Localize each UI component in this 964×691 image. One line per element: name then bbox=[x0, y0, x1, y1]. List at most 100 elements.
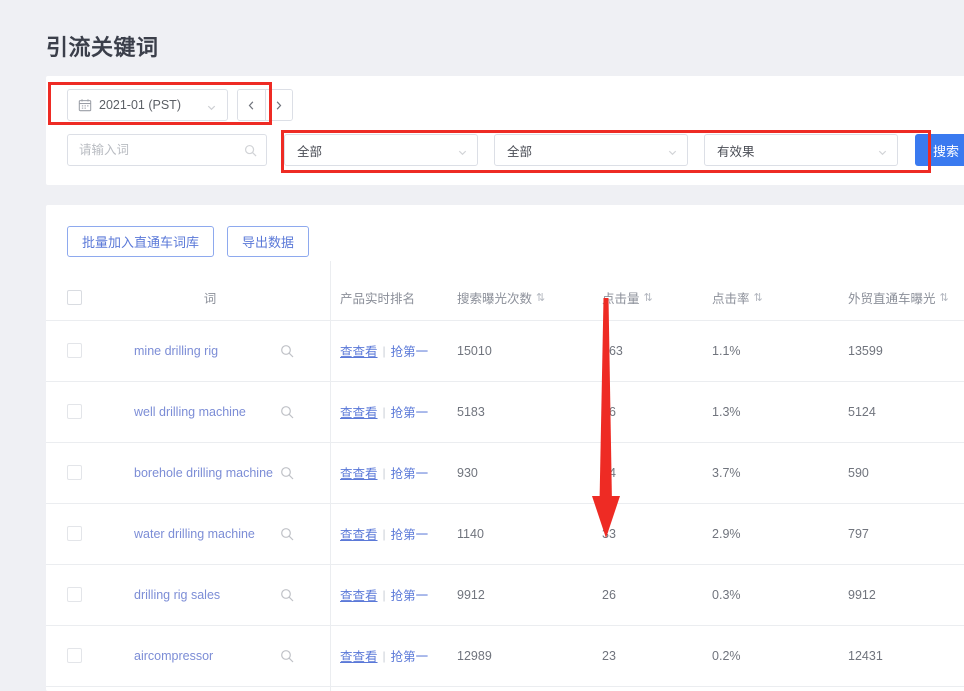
filter-select-1[interactable]: 全部 bbox=[284, 134, 478, 166]
grab-first-link[interactable]: 抢第一 bbox=[391, 463, 429, 482]
page-title: 引流关键词 bbox=[46, 30, 159, 62]
sort-updown-icon[interactable]: ⇅ bbox=[754, 291, 762, 304]
table-row: water drilling machine bbox=[46, 503, 964, 564]
checkbox-unchecked-icon[interactable] bbox=[67, 290, 82, 305]
chevron-down-icon bbox=[877, 145, 888, 156]
impressions-value: 1140 bbox=[453, 527, 598, 541]
clicks-value: 33 bbox=[598, 527, 708, 541]
search-icon[interactable] bbox=[280, 344, 294, 358]
row-keyword-cell: aircompressor bbox=[98, 625, 280, 686]
checkbox-unchecked-icon[interactable] bbox=[67, 587, 82, 602]
row-clicks-cell: 33 bbox=[598, 503, 708, 564]
checkbox-unchecked-icon[interactable] bbox=[67, 404, 82, 419]
ad-impressions-value: 797 bbox=[844, 527, 964, 541]
search-icon[interactable] bbox=[280, 527, 294, 541]
search-input[interactable] bbox=[68, 135, 266, 165]
view-link[interactable]: 查查看 bbox=[340, 646, 378, 665]
select-all-header bbox=[46, 276, 98, 320]
row-ad-impressions-cell: 590 bbox=[844, 442, 964, 503]
view-link[interactable]: 查查看 bbox=[340, 585, 378, 604]
checkbox-unchecked-icon[interactable] bbox=[67, 526, 82, 541]
table-row: drilling rig sales bbox=[46, 564, 964, 625]
sort-updown-icon[interactable]: ⇅ bbox=[940, 291, 948, 304]
checkbox-unchecked-icon[interactable] bbox=[67, 343, 82, 358]
table-header-row: 词 产品实时排名 搜索曝光次数 ⇅ bbox=[46, 276, 964, 320]
row-impressions-cell: 930 bbox=[453, 442, 598, 503]
search-icon[interactable] bbox=[244, 144, 257, 157]
ctr-value: 3.7% bbox=[708, 466, 844, 480]
keyword-link[interactable]: drilling rig sales bbox=[130, 588, 220, 602]
keyword-link[interactable]: mine drilling rig bbox=[130, 344, 218, 358]
impressions-value: 5183 bbox=[453, 405, 598, 419]
search-icon[interactable] bbox=[280, 588, 294, 602]
ad-impressions-value: 12431 bbox=[844, 649, 964, 663]
keyword-link[interactable]: aircompressor bbox=[130, 649, 213, 663]
prev-month-button[interactable] bbox=[238, 90, 265, 120]
view-link[interactable]: 查查看 bbox=[340, 463, 378, 482]
column-header-ctr[interactable]: 点击率 ⇅ bbox=[708, 276, 844, 320]
keyword-search-field[interactable] bbox=[67, 134, 267, 166]
grab-first-link[interactable]: 抢第一 bbox=[391, 646, 429, 665]
column-header-word-label: 词 bbox=[204, 288, 217, 307]
ad-impressions-value: 590 bbox=[844, 466, 964, 480]
row-keyword-cell: mine drilling rig bbox=[98, 320, 280, 381]
grab-first-link[interactable]: 抢第一 bbox=[391, 402, 429, 421]
next-month-button[interactable] bbox=[265, 90, 292, 120]
export-data-button[interactable]: 导出数据 bbox=[227, 226, 309, 257]
bulk-add-to-ads-library-button[interactable]: 批量加入直通车词库 bbox=[67, 226, 214, 257]
row-select-cell bbox=[46, 442, 98, 503]
checkbox-unchecked-icon[interactable] bbox=[67, 465, 82, 480]
row-impressions-cell: 5183 bbox=[453, 381, 598, 442]
filter-select-3[interactable]: 有效果 bbox=[704, 134, 898, 166]
impressions-value: 930 bbox=[453, 466, 598, 480]
column-header-product-rank: 产品实时排名 bbox=[330, 276, 453, 320]
grab-first-link[interactable]: 抢第一 bbox=[391, 524, 429, 543]
link-separator: | bbox=[383, 405, 386, 419]
row-ctr-cell: 1.3% bbox=[708, 381, 844, 442]
row-impressions-cell: 9912 bbox=[453, 564, 598, 625]
chevron-down-icon bbox=[206, 100, 217, 111]
sort-updown-icon[interactable]: ⇅ bbox=[644, 291, 652, 304]
ad-impressions-value: 5124 bbox=[844, 405, 964, 419]
view-link[interactable]: 查查看 bbox=[340, 524, 378, 543]
ctr-value: 2.9% bbox=[708, 527, 844, 541]
column-header-ad-impressions[interactable]: 外贸直通车曝光 ⇅ bbox=[844, 276, 964, 320]
column-header-impressions[interactable]: 搜索曝光次数 ⇅ bbox=[453, 276, 598, 320]
sort-updown-icon[interactable]: ⇅ bbox=[536, 291, 544, 304]
column-header-ctr-label: 点击率 bbox=[712, 288, 750, 307]
chevron-down-icon bbox=[667, 145, 678, 156]
keyword-link[interactable]: water drilling machine bbox=[130, 527, 255, 541]
chevron-left-icon bbox=[246, 100, 257, 111]
date-picker[interactable]: 2021-01 (PST) bbox=[67, 89, 228, 121]
row-keyword-cell: drilling rig sales bbox=[98, 564, 280, 625]
search-icon[interactable] bbox=[280, 466, 294, 480]
search-button[interactable]: 搜索 bbox=[915, 134, 964, 166]
column-header-ad-impressions-label: 外贸直通车曝光 bbox=[848, 288, 936, 307]
filter-select-2[interactable]: 全部 bbox=[494, 134, 688, 166]
grab-first-link[interactable]: 抢第一 bbox=[391, 341, 429, 360]
row-ctr-cell: 1.1% bbox=[708, 320, 844, 381]
table-row: aircompressor bbox=[46, 625, 964, 686]
column-header-clicks[interactable]: 点击量 ⇅ bbox=[598, 276, 708, 320]
view-link[interactable]: 查查看 bbox=[340, 341, 378, 360]
search-icon[interactable] bbox=[280, 405, 294, 419]
row-rank-actions-cell: 查查看 | 抢第一 bbox=[330, 564, 453, 625]
row-magnifier-cell bbox=[280, 320, 330, 381]
row-select-cell bbox=[46, 503, 98, 564]
row-magnifier-cell bbox=[280, 564, 330, 625]
row-impressions-cell: 1140 bbox=[453, 503, 598, 564]
month-nav-group bbox=[237, 89, 293, 121]
grab-first-link[interactable]: 抢第一 bbox=[391, 585, 429, 604]
ctr-value: 0.2% bbox=[708, 649, 844, 663]
checkbox-unchecked-icon[interactable] bbox=[67, 648, 82, 663]
keyword-link[interactable]: borehole drilling machine bbox=[130, 466, 273, 480]
column-header-clicks-label: 点击量 bbox=[602, 288, 640, 307]
search-icon[interactable] bbox=[280, 649, 294, 663]
table-row: well drilling machine bbox=[46, 381, 964, 442]
row-select-cell bbox=[46, 564, 98, 625]
keyword-link[interactable]: well drilling machine bbox=[130, 405, 246, 419]
row-rank-actions-cell: 查查看 | 抢第一 bbox=[330, 320, 453, 381]
row-rank-actions-cell: 查查看 | 抢第一 bbox=[330, 381, 453, 442]
table-toolbar: 批量加入直通车词库 导出数据 bbox=[46, 205, 964, 257]
view-link[interactable]: 查查看 bbox=[340, 402, 378, 421]
